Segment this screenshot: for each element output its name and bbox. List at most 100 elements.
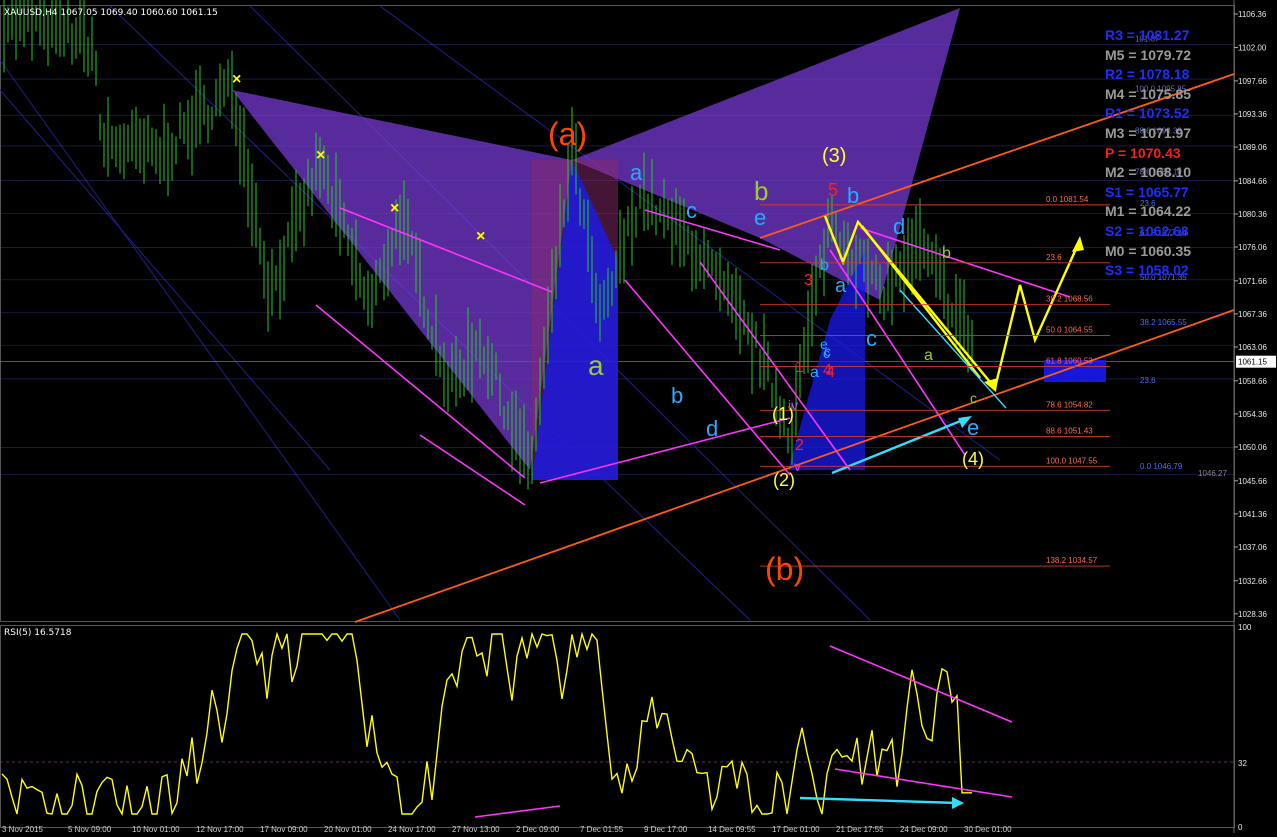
- wave-label: a: [588, 350, 604, 381]
- time-axis-label: 27 Nov 13:00: [452, 825, 500, 833]
- fib-red-label: 23.6: [1046, 253, 1062, 262]
- price-tick-label: 1076.06: [1238, 243, 1267, 252]
- wave-label: a: [924, 347, 933, 364]
- fib-red-label: 38.2 1068.56: [1046, 295, 1093, 304]
- wave-label: (2): [773, 470, 795, 490]
- fib-red-label: 0.0 1081.54: [1046, 195, 1089, 204]
- price-tick-label: 1045.66: [1238, 477, 1267, 486]
- price-tick-label: 1089.06: [1238, 143, 1267, 152]
- trendline-magenta-2: [419, 434, 526, 506]
- wave-label: c: [824, 343, 831, 359]
- wave-label: b: [671, 383, 683, 408]
- trendline-magenta-4: [624, 279, 791, 476]
- time-axis-label: 2 Dec 09:00: [516, 825, 560, 833]
- time-axis-label: 30 Dec 01:00: [964, 825, 1012, 833]
- price-tick-label: 1054.36: [1238, 410, 1267, 419]
- fib-red-label: 100.0 1047.55: [1046, 456, 1098, 465]
- fib-red-label: 50.0 1064.55: [1046, 326, 1093, 335]
- price-tick-label: 1102.00: [1238, 44, 1267, 53]
- swing-marker: ×: [316, 147, 325, 164]
- price-tick-label: 1071.66: [1238, 277, 1267, 286]
- pivot-level: M5 = 1079.72: [1105, 46, 1192, 63]
- last-price-label: 1061.15: [1238, 358, 1267, 367]
- projection-arrowhead: [1072, 236, 1084, 252]
- harmonic-pattern-right: [572, 8, 960, 300]
- wave-label: 5: [828, 180, 838, 200]
- time-axis-label: 9 Dec 17:00: [644, 825, 688, 833]
- price-tick-label: 1080.36: [1238, 210, 1267, 219]
- wave-label: 3: [804, 272, 813, 289]
- time-axis-label: 7 Dec 01:55: [580, 825, 624, 833]
- time-axis-label: 21 Dec 17:55: [836, 825, 884, 833]
- time-axis-label: 12 Nov 17:00: [196, 825, 244, 833]
- price-label-grey: 1046.27: [1198, 469, 1227, 478]
- price-tick-label: 1041.36: [1238, 510, 1267, 519]
- swing-marker: ×: [390, 200, 399, 217]
- pivot-level: M0 = 1060.35: [1105, 242, 1192, 259]
- time-axis-label: 20 Nov 01:00: [324, 825, 372, 833]
- fib-red-label: 78.6 1054.82: [1046, 400, 1093, 409]
- price-tick-label: 1037.06: [1238, 543, 1267, 552]
- pivot-level: M2 = 1068.10: [1105, 164, 1192, 181]
- pivot-level: M1 = 1064.22: [1105, 203, 1192, 220]
- price-tick-label: 1106.36: [1238, 10, 1267, 19]
- chart-window[interactable]: 0.0 1081.54 23.6 38.2 1068.56 50.0 1064.55 6…: [0, 0, 1277, 834]
- wave-label: d: [706, 416, 718, 441]
- wave-label: (b): [765, 551, 804, 587]
- wave-label: b: [754, 176, 768, 206]
- time-axis-label: 24 Dec 09:00: [900, 825, 948, 833]
- pivot-level: S1 = 1065.77: [1105, 183, 1189, 200]
- time-axis-label: 17 Dec 01:00: [772, 825, 820, 833]
- wave-label: 4: [826, 364, 835, 381]
- wave-label: a: [810, 364, 819, 381]
- pivot-level: P = 1070.43: [1105, 144, 1181, 161]
- price-tick-label: 1084.66: [1238, 177, 1267, 186]
- price-tick-label: 1097.66: [1238, 77, 1267, 86]
- rsi-tick-label: 100: [1238, 623, 1252, 632]
- fib-red-label: 88.6 1051.43: [1046, 426, 1093, 435]
- wave-label: v: [794, 458, 801, 474]
- price-tick-label: 1032.66: [1238, 577, 1267, 586]
- fib-red-label: 138.2 1034.57: [1046, 556, 1098, 565]
- cyan-wave-line: [899, 289, 1007, 409]
- wave-label: iv: [788, 397, 798, 413]
- wave-label: c: [970, 390, 977, 406]
- wave-label: c: [686, 198, 697, 223]
- fib-blue-label: 38.2 1065.55: [1140, 318, 1187, 327]
- chart-canvas[interactable]: 0.0 1081.54 23.6 38.2 1068.56 50.0 1064.55 6…: [0, 0, 1277, 834]
- wave-label: a: [630, 160, 643, 185]
- price-tick-label: 1028.36: [1238, 610, 1267, 619]
- price-tick-label: 1067.36: [1238, 310, 1267, 319]
- pivot-level: M4 = 1075.85: [1105, 85, 1192, 102]
- chart-ohlc-header: XAUUSD,H4 1067.05 1069.40 1060.60 1061.1…: [4, 8, 218, 18]
- fib-blue-label: 23.6: [1140, 376, 1156, 385]
- price-tick-label: 1063.06: [1238, 343, 1267, 352]
- fib-blue-label: 0.0 1046.79: [1140, 462, 1183, 471]
- time-axis-label: 14 Dec 09:55: [708, 825, 756, 833]
- wave-label: b: [820, 257, 829, 274]
- wave-label: b: [847, 183, 859, 208]
- pivot-level: R1 = 1073.52: [1105, 105, 1190, 122]
- swing-marker: ×: [476, 228, 485, 245]
- swing-marker: ×: [232, 71, 241, 88]
- price-tick-label: 1058.66: [1238, 377, 1267, 386]
- price-tick-label: 1093.36: [1238, 110, 1267, 119]
- rsi-divergence-left: [474, 805, 561, 818]
- wave-label: (a): [548, 116, 587, 152]
- pivot-level: R2 = 1078.18: [1105, 66, 1190, 83]
- time-axis-label: 10 Nov 01:00: [132, 825, 180, 833]
- rsi-line: [1, 631, 972, 817]
- rsi-tick-label: 32: [1238, 759, 1247, 768]
- time-axis-label: 17 Nov 09:00: [260, 825, 308, 833]
- rsi-pane-frame: [0, 625, 1235, 828]
- wave-label: (3): [822, 145, 846, 167]
- time-axis-label: 24 Nov 17:00: [388, 825, 436, 833]
- wave-label: e: [754, 205, 766, 230]
- rsi-tick-label: 0: [1238, 823, 1243, 832]
- pivot-level: S3 = 1058.02: [1105, 262, 1189, 279]
- wave-label: 1: [795, 359, 804, 376]
- rsi-divergence-upper: [829, 645, 1013, 723]
- wave-label: c: [866, 326, 877, 351]
- fib-red-label: 61.8 1060.53: [1046, 356, 1093, 365]
- pivot-level: M3 = 1071.97: [1105, 125, 1192, 141]
